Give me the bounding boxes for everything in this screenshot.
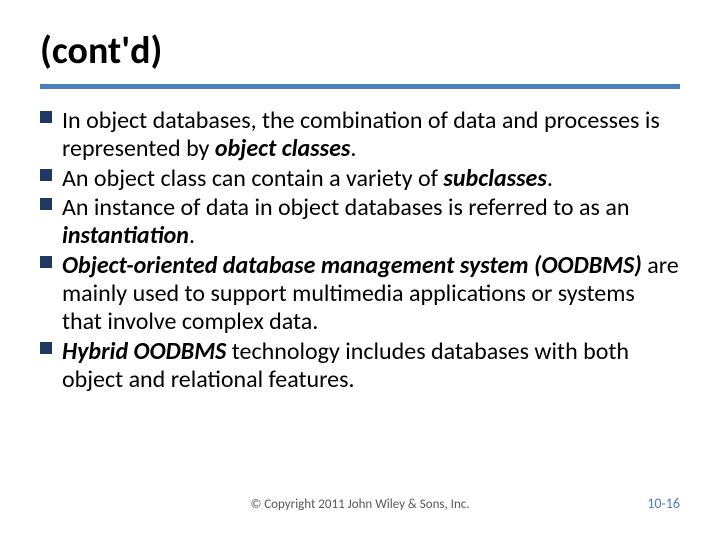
list-item: Hybrid OODBMS technology includes databa… [40,338,680,395]
bullet-text-post: . [189,221,195,250]
bullet-square-icon [40,111,52,123]
bullet-square-icon [40,256,52,268]
bullet-square-icon [40,169,52,181]
bullet-text-bold: subclasses [443,164,546,193]
bullet-text-post: . [547,164,553,193]
copyright-footer: © Copyright 2011 John Wiley & Sons, Inc. [0,497,720,512]
slide: (cont'd) In object databases, the combin… [0,0,720,394]
bullet-text-bold: object classes [215,134,350,163]
bullet-square-icon [40,198,52,210]
list-item: In object databases, the combination of … [40,107,680,164]
list-item: An instance of data in object databases … [40,194,680,251]
list-item: Object-oriented database management syst… [40,252,680,337]
title-underline [40,84,680,89]
bullet-square-icon [40,342,52,354]
slide-title: (cont'd) [40,28,680,74]
bullet-text-pre: In object databases, the combination of … [62,106,660,163]
page-number: 10-16 [647,495,680,512]
bullet-text-bold: Object-oriented database management syst… [62,251,642,280]
bullet-text-post: . [350,134,356,163]
bullet-text-bold: Hybrid OODBMS [62,337,226,366]
bullet-list: In object databases, the combination of … [40,107,680,394]
list-item: An object class can contain a variety of… [40,165,680,193]
bullet-text-bold: instantiation [62,221,189,250]
bullet-text-pre: An object class can contain a variety of [62,164,443,193]
bullet-text-pre: An instance of data in object databases … [62,193,629,222]
